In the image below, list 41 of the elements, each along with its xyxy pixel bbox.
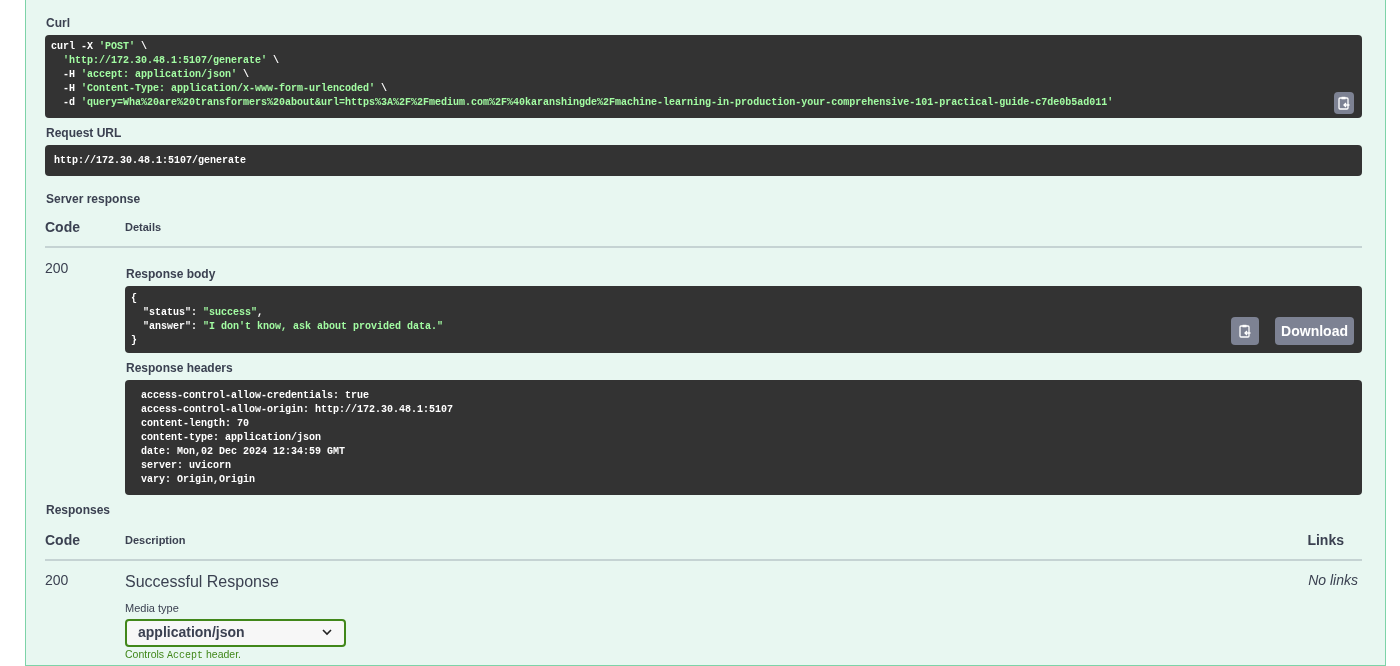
code-line: 'http://172.30.48.1:5107/generate' \ [62,54,280,68]
column-header: Links [1307,531,1344,550]
code-line: { [131,292,137,306]
code-line: -H 'accept: application/json' \ [62,68,250,82]
download-button[interactable]: Download [1275,317,1354,345]
clipboard-icon [1239,324,1252,338]
code-line: } [131,334,137,348]
section-label: Responses [46,503,112,518]
code-line: -d 'query=Wha%20are%20transformers%20about&url=https%3A%2F%2Fmedium.com%2F%40karanshingde%2Fmachine-learning-in-production-your-comprehensive-101-practical-guide-c7de0b5ad011' [62,96,1114,110]
section-label: Server response [46,192,142,207]
links-text: No links [1308,571,1358,590]
code-line: content-type: application/json [141,431,323,445]
code-line: "answer": "I don't know, ask about provided data." [142,320,444,334]
section-label: Request URL [46,126,123,141]
copy-button[interactable] [1231,317,1260,345]
media-type-select[interactable]: application/json [125,618,346,647]
code-line: content-length: 70 [141,417,251,431]
section-label: Response headers [126,361,234,376]
response-description: Successful Response [125,572,280,592]
section-label: Response body [126,267,217,282]
column-header: Code [45,531,81,550]
clipboard-icon [1338,96,1350,110]
section-label: Curl [46,16,71,31]
code-line: date: Mon,02 Dec 2024 12:34:59 GMT [141,445,347,459]
field-label: Media type [125,601,180,616]
code-line: http://172.30.48.1:5107/generate [54,154,248,168]
code-line: access-control-allow-origin: http://172.30.48.1:5107 [141,403,455,417]
status-code: 200 [45,571,70,590]
hint-text: Controls Accept header. [125,647,242,662]
column-header: Details [125,220,162,236]
code-line: vary: Origin,Origin [141,473,257,487]
status-code: 200 [45,259,70,278]
code-line: access-control-allow-credentials: true [141,389,371,403]
code-line: curl -X 'POST' \ [51,40,148,54]
copy-button[interactable] [1334,92,1354,114]
code-line: -H 'Content-Type: application/x-www-form-urlencoded' \ [62,82,388,96]
code-line: "status": "success", [142,306,264,320]
code-line: server: uvicorn [141,459,232,473]
column-header: Description [125,533,187,549]
column-header: Code [45,218,81,237]
chevron-down-icon [322,629,332,636]
